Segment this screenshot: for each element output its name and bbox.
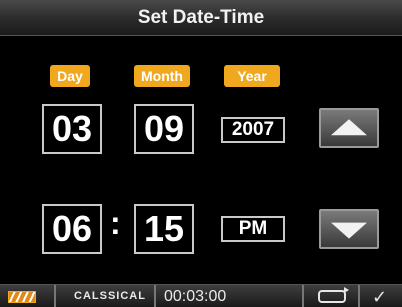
- mode-label: CALSSICAL: [74, 290, 146, 302]
- time-cell: 00:03:00: [156, 285, 304, 307]
- elapsed-time: 00:03:00: [164, 288, 227, 305]
- mode-cell: CALSSICAL: [56, 285, 156, 307]
- month-field[interactable]: 09: [134, 104, 194, 154]
- day-label: Day: [50, 65, 90, 87]
- checkmark-icon[interactable]: ✓: [372, 288, 387, 306]
- battery-icon: [8, 291, 36, 303]
- hour-field[interactable]: 06: [42, 204, 102, 254]
- minute-field[interactable]: 15: [134, 204, 194, 254]
- day-field[interactable]: 03: [42, 104, 102, 154]
- time-separator: :: [110, 205, 121, 241]
- year-field[interactable]: 2007: [221, 117, 285, 143]
- decrease-button[interactable]: [319, 209, 379, 249]
- date-time-panel: Day Month Year 03 09 2007 06 : 15 PM: [0, 37, 402, 284]
- down-arrow-icon: [331, 222, 367, 239]
- battery-cell: [0, 285, 56, 307]
- year-label: Year: [224, 65, 280, 87]
- increase-button[interactable]: [319, 108, 379, 148]
- page-title: Set Date-Time: [0, 0, 402, 36]
- month-label: Month: [134, 65, 190, 87]
- up-arrow-icon: [331, 119, 367, 136]
- repeat-icon[interactable]: [318, 287, 349, 303]
- status-bar: CALSSICAL 00:03:00 ✓: [0, 284, 402, 307]
- ampm-field[interactable]: PM: [221, 216, 285, 242]
